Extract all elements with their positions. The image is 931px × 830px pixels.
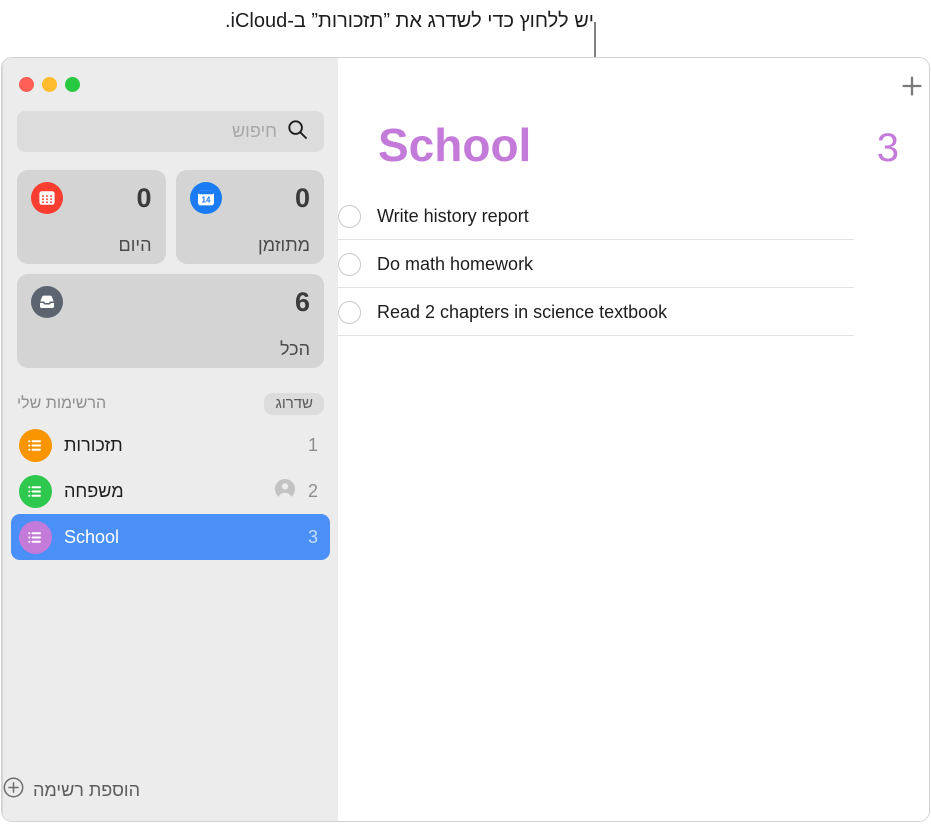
my-lists-title: הרשימות שלי (17, 395, 107, 412)
task-checkbox[interactable] (338, 252, 361, 276)
window-controls (19, 58, 80, 92)
list-title-row: School 3 (338, 118, 929, 192)
smart-list-today[interactable]: 0 היום (17, 170, 166, 264)
reminders-window: חיפוש 14 0 מתוזמן 0 היום 6 הכל הרשימות ש… (1, 57, 930, 822)
search-container: חיפוש (17, 111, 324, 152)
task-title[interactable]: Write history report (377, 206, 529, 227)
search-input[interactable]: חיפוש (232, 121, 277, 142)
task-list: Write history report Do math homework Re… (338, 192, 929, 336)
person-circle-icon (274, 478, 296, 505)
list-item-school[interactable]: School 3 (11, 514, 330, 560)
add-list-button[interactable]: הוספת רשימה (3, 777, 338, 821)
list-bullets-icon (19, 474, 52, 508)
list-item-name: School (64, 526, 120, 547)
minimize-button[interactable] (42, 77, 57, 92)
list-item-family[interactable]: משפחה 2 (11, 468, 330, 514)
inbox-tray-icon (31, 286, 63, 318)
smart-list-label: מתוזמן (258, 235, 310, 255)
smart-list-label: הכל (279, 339, 310, 359)
list-item-count: 1 (308, 434, 319, 455)
list-item-count: 2 (308, 480, 319, 501)
smart-list-count: 0 (136, 182, 152, 213)
list-item-count: 3 (308, 526, 319, 547)
sidebar: חיפוש 14 0 מתוזמן 0 היום 6 הכל הרשימות ש… (2, 58, 338, 821)
task-row[interactable]: Do math homework (338, 240, 929, 288)
add-reminder-button[interactable] (895, 71, 929, 105)
smart-list-top-row: 6 (31, 286, 310, 318)
task-row[interactable]: Write history report (338, 192, 929, 240)
smart-list-all[interactable]: 6 הכל (17, 274, 324, 368)
add-list-label: הוספת רשימה (33, 779, 140, 800)
smart-list-count: 6 (294, 286, 310, 317)
smart-list-count: 0 (294, 182, 310, 213)
smart-list-top-row: 14 0 (189, 182, 310, 214)
smart-lists-grid: 14 0 מתוזמן 0 היום 6 הכל (17, 170, 324, 368)
main-toolbar (338, 58, 929, 118)
lists-container: תזכורות 1 משפחה 2 School 3 (11, 422, 330, 560)
smart-list-label: היום (118, 235, 152, 255)
main-pane: School 3 Write history report Do math ho… (338, 58, 929, 821)
my-lists-header: הרשימות שלי שדרוג (17, 392, 324, 416)
plus-icon (898, 72, 926, 105)
list-bullets-icon (19, 428, 52, 462)
search-field[interactable]: חיפוש (17, 111, 324, 152)
zoom-button[interactable] (65, 77, 80, 92)
smart-list-top-row: 0 (31, 182, 152, 214)
page-title: School (378, 119, 532, 171)
calendar-icon (31, 182, 63, 214)
list-bullets-icon (19, 520, 52, 554)
task-title[interactable]: Do math homework (377, 254, 533, 275)
task-title[interactable]: Read 2 chapters in science textbook (377, 302, 667, 323)
list-title-count: 3 (876, 126, 899, 170)
upgrade-button[interactable]: שדרוג (264, 393, 324, 415)
task-row[interactable]: Read 2 chapters in science textbook (338, 288, 929, 336)
callout-caption: יש ללחוץ כדי לשדרג את ”תזכורות” ב-iCloud… (224, 10, 594, 32)
close-button[interactable] (19, 77, 34, 92)
list-item-reminders[interactable]: תזכורות 1 (11, 422, 330, 468)
svg-text:14: 14 (201, 195, 210, 204)
list-item-name: תזכורות (64, 434, 123, 455)
calendar-day-icon: 14 (189, 182, 222, 214)
task-checkbox[interactable] (338, 300, 361, 324)
search-icon (287, 119, 308, 145)
list-item-name: משפחה (64, 480, 124, 501)
plus-circle-icon (3, 777, 24, 803)
smart-list-scheduled[interactable]: 14 0 מתוזמן (175, 170, 324, 264)
task-checkbox[interactable] (338, 204, 361, 228)
